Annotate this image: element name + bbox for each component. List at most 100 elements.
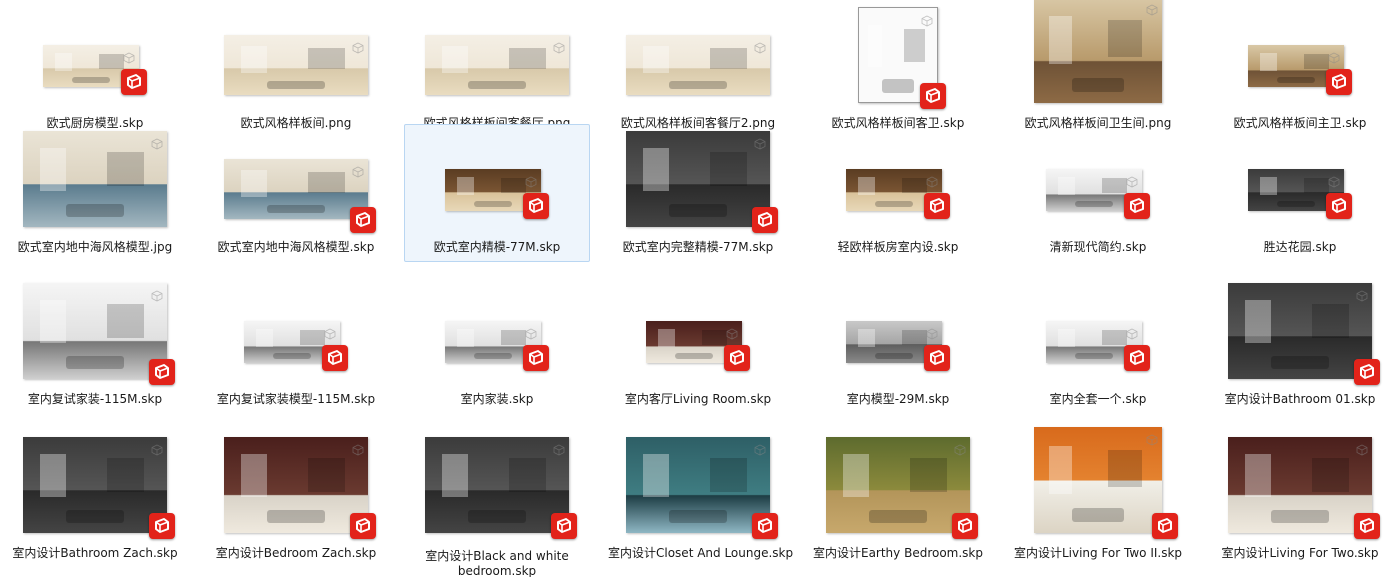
sketchup-logo-icon <box>752 513 778 539</box>
file-item[interactable]: 室内设计Black and white bedroom.skp <box>404 430 590 577</box>
thumbnail-image <box>23 131 167 227</box>
file-name-label[interactable]: 轻欧样板房室内设.skp <box>808 240 988 255</box>
file-thumbnail[interactable] <box>1228 437 1380 539</box>
file-item[interactable]: 欧式风格样板间主卫.skp <box>1207 0 1391 138</box>
file-name-label[interactable]: 室内复试家装模型-115M.skp <box>206 392 386 407</box>
file-thumbnail[interactable] <box>1026 427 1178 539</box>
file-item[interactable]: 室内全套一个.skp <box>1005 276 1191 414</box>
cube-watermark-icon <box>352 441 364 456</box>
file-name-label[interactable]: 欧式室内地中海风格模型.skp <box>206 240 386 255</box>
file-thumbnail[interactable] <box>826 437 978 539</box>
file-item[interactable]: 清新现代简约.skp <box>1005 124 1191 262</box>
cube-watermark-icon <box>1146 431 1158 446</box>
file-item[interactable]: 欧式风格样板间卫生间.png <box>1005 0 1191 138</box>
file-item[interactable]: 室内设计Closet And Lounge.skp <box>605 430 793 568</box>
cube-watermark-icon <box>525 173 537 188</box>
file-name-label[interactable]: 室内设计Earthy Bedroom.skp <box>808 546 988 561</box>
file-item[interactable]: 欧式室内完整精模-77M.skp <box>605 124 791 262</box>
file-thumbnail[interactable] <box>626 437 778 539</box>
file-name-label[interactable]: 欧式室内精模-77M.skp <box>407 240 587 255</box>
file-name-label[interactable]: 室内设计Bathroom 01.skp <box>1210 392 1390 407</box>
thumbnail-image <box>1228 283 1372 379</box>
file-item[interactable]: 室内复试家装模型-115M.skp <box>203 276 389 414</box>
sketchup-logo-icon <box>752 207 778 233</box>
file-thumbnail[interactable] <box>1228 7 1372 103</box>
file-thumbnail[interactable] <box>23 283 175 385</box>
file-thumbnail[interactable] <box>425 437 577 539</box>
cube-watermark-icon <box>324 325 336 340</box>
file-item[interactable]: 室内复试家装-115M.skp <box>2 276 188 414</box>
file-item[interactable]: 欧式室内地中海风格模型.jpg <box>2 124 188 262</box>
sketchup-logo-icon <box>1124 345 1150 371</box>
file-name-label[interactable]: 欧式室内完整精模-77M.skp <box>608 240 788 255</box>
file-thumbnail[interactable] <box>23 131 167 227</box>
thumbnail-image <box>224 35 368 95</box>
file-name-label[interactable]: 室内设计Living For Two.skp <box>1210 546 1390 561</box>
file-thumbnail[interactable] <box>826 7 970 109</box>
file-item[interactable]: 室内设计Living For Two II.skp <box>1005 427 1191 568</box>
file-name-label[interactable]: 室内设计Closet And Lounge.skp <box>608 546 793 561</box>
file-name-label[interactable]: 室内设计Black and white bedroom.skp <box>407 549 587 577</box>
file-thumbnail[interactable] <box>224 437 376 539</box>
file-thumbnail[interactable] <box>1026 283 1170 379</box>
file-item[interactable]: 室内设计Bathroom Zach.skp <box>2 430 188 568</box>
file-thumbnail[interactable] <box>1228 283 1380 385</box>
file-thumbnail[interactable] <box>826 283 970 379</box>
file-thumbnail[interactable] <box>224 7 368 103</box>
file-name-label[interactable]: 欧式室内地中海风格模型.jpg <box>5 240 185 255</box>
file-item[interactable]: 欧式风格样板间客餐厅2.png <box>605 0 791 138</box>
file-name-label[interactable]: 室内家装.skp <box>407 392 587 407</box>
sketchup-logo-icon <box>1326 193 1352 219</box>
file-item[interactable]: 室内客厅Living Room.skp <box>605 276 791 414</box>
file-item[interactable]: 室内设计Living For Two.skp <box>1207 430 1391 568</box>
cube-watermark-icon <box>553 39 565 54</box>
file-thumbnail[interactable] <box>224 283 368 379</box>
file-item[interactable]: 室内设计Earthy Bedroom.skp <box>805 430 991 568</box>
file-item[interactable]: 欧式风格样板间客餐厅.png <box>404 0 590 138</box>
file-item[interactable]: 欧式室内地中海风格模型.skp <box>203 124 389 262</box>
file-thumbnail[interactable] <box>425 283 569 379</box>
file-thumbnail[interactable] <box>1026 131 1170 227</box>
file-item[interactable]: 欧式风格样板间.png <box>203 0 389 138</box>
thumbnail-image <box>1034 427 1162 533</box>
file-thumbnail[interactable] <box>626 7 770 103</box>
cube-watermark-icon <box>151 135 163 150</box>
file-name-label[interactable]: 室内复试家装-115M.skp <box>5 392 185 407</box>
file-thumbnail[interactable] <box>23 437 175 539</box>
sketchup-logo-icon <box>350 207 376 233</box>
file-thumbnail[interactable] <box>826 131 970 227</box>
sketchup-logo-icon <box>920 83 946 109</box>
file-name-label[interactable]: 室内设计Living For Two II.skp <box>1008 546 1188 561</box>
file-item[interactable]: 欧式室内精模-77M.skp <box>404 124 590 262</box>
cube-watermark-icon <box>123 49 135 64</box>
file-thumbnail[interactable] <box>425 7 569 103</box>
file-item[interactable]: 轻欧样板房室内设.skp <box>805 124 991 262</box>
file-thumbnail[interactable] <box>1228 131 1372 227</box>
file-name-label[interactable]: 室内设计Bedroom Zach.skp <box>206 546 386 561</box>
file-item[interactable]: 胜达花园.skp <box>1207 124 1391 262</box>
file-thumbnail[interactable] <box>626 131 778 233</box>
file-thumbnail[interactable] <box>224 131 376 233</box>
file-item[interactable]: 室内设计Bedroom Zach.skp <box>203 430 389 568</box>
file-item[interactable]: 欧式风格样板间客卫.skp <box>805 0 991 138</box>
cube-watermark-icon <box>954 441 966 456</box>
file-thumbnail[interactable] <box>425 131 569 227</box>
file-name-label[interactable]: 室内全套一个.skp <box>1008 392 1188 407</box>
cube-watermark-icon <box>151 287 163 302</box>
file-item[interactable]: 室内家装.skp <box>404 276 590 414</box>
file-thumbnail[interactable] <box>1026 0 1170 103</box>
file-name-label[interactable]: 清新现代简约.skp <box>1008 240 1188 255</box>
sketchup-logo-icon <box>1326 69 1352 95</box>
file-item[interactable]: 室内模型-29M.skp <box>805 276 991 414</box>
sketchup-logo-icon <box>1152 513 1178 539</box>
file-name-label[interactable]: 胜达花园.skp <box>1210 240 1390 255</box>
file-item[interactable]: 室内设计Bathroom 01.skp <box>1207 276 1391 414</box>
file-item[interactable]: 欧式厨房模型.skp <box>2 0 188 138</box>
file-name-label[interactable]: 室内设计Bathroom Zach.skp <box>5 546 185 561</box>
file-name-label[interactable]: 室内客厅Living Room.skp <box>608 392 788 407</box>
file-name-label[interactable]: 室内模型-29M.skp <box>808 392 988 407</box>
sketchup-logo-icon <box>1354 513 1380 539</box>
file-thumbnail[interactable] <box>23 7 167 103</box>
sketchup-logo-icon <box>952 513 978 539</box>
file-thumbnail[interactable] <box>626 283 770 379</box>
